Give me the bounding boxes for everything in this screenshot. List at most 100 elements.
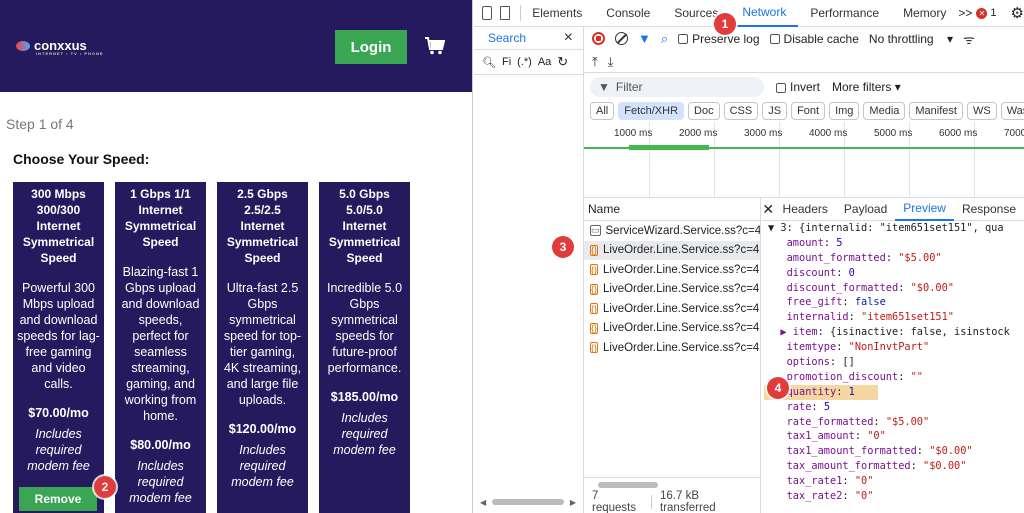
export-har-icon[interactable]: ⤓ <box>608 54 614 70</box>
preview-line[interactable]: amount_formatted: "$5.00" <box>768 251 1024 266</box>
type-filter-css[interactable]: CSS <box>723 102 759 120</box>
section-heading: Choose Your Speed: <box>13 151 150 167</box>
match-case-toggle[interactable]: Aa <box>538 56 551 68</box>
regex-toggle[interactable]: (.*) <box>517 56 532 68</box>
preview-line[interactable]: discount: 0 <box>768 266 1024 281</box>
type-filter-fetch-xhr[interactable]: Fetch/XHR <box>618 102 685 120</box>
type-filter-font[interactable]: Font <box>791 102 826 120</box>
close-icon[interactable]: ✕ <box>762 201 775 218</box>
devtools-tab-bar: Elements Console Sources Network Perform… <box>474 0 1024 27</box>
json-preview[interactable]: ▼ 3: {internalid: "item651set151", qua a… <box>762 221 1024 504</box>
more-tabs-button[interactable]: >> <box>958 6 972 20</box>
tab-payload[interactable]: Payload <box>836 198 895 221</box>
type-filter-wasm[interactable]: Wasm <box>1000 102 1024 120</box>
preview-line[interactable]: free_gift: false <box>768 295 1024 310</box>
preview-line[interactable]: promotion_discount: "" <box>768 370 1024 385</box>
request-row[interactable]: ▭ ServiceWizard.Service.ss?c=4... <box>584 221 760 241</box>
type-filter-all[interactable]: All <box>590 102 615 120</box>
plan-card-300mbps[interactable]: 300 Mbps 300/300 Internet Symmetrical Sp… <box>13 182 104 513</box>
request-list-scrollbar[interactable] <box>584 477 761 491</box>
tab-preview[interactable]: Preview <box>895 198 954 221</box>
preview-line[interactable]: tax1_amount_formatted: "$0.00" <box>768 444 1024 459</box>
tab-memory[interactable]: Memory <box>891 0 958 27</box>
filter-icon[interactable]: ▼ <box>638 31 651 46</box>
preview-line[interactable]: ▶ item: {isinactive: false, isinstock <box>768 325 1024 340</box>
request-row[interactable]: {} LiveOrder.Line.Service.ss?c=4... <box>584 240 760 260</box>
type-filter-js[interactable]: JS <box>762 102 788 120</box>
search-scrollbar[interactable]: ◀ ▶ <box>480 497 576 507</box>
tab-performance[interactable]: Performance <box>798 0 891 27</box>
tab-elements[interactable]: Elements <box>520 0 594 27</box>
type-filter-media[interactable]: Media <box>863 102 906 120</box>
preview-separator: : <box>910 460 924 473</box>
search-tab[interactable]: Search × <box>474 27 583 50</box>
preview-line[interactable]: rate: 5 <box>768 400 1024 415</box>
preview-line[interactable]: itemtype: "NonInvtPart" <box>768 340 1024 355</box>
search-icon[interactable]: ⌕ <box>661 31 668 47</box>
plan-title: 5.0 Gbps 5.0/5.0 Internet Symmetrical Sp… <box>328 187 401 265</box>
preview-separator: : <box>842 490 855 503</box>
filter-input[interactable]: ▼ Filter <box>590 77 764 97</box>
record-icon[interactable] <box>592 32 605 45</box>
plan-card-1gbps[interactable]: 1 Gbps 1/1 Internet Symmetrical Speed Bl… <box>115 182 206 513</box>
preview-line[interactable]: discount_formatted: "$0.00" <box>768 281 1024 296</box>
preview-separator: : <box>817 326 831 339</box>
more-filters-button[interactable]: More filters ▾ <box>832 80 901 94</box>
request-row[interactable]: {} LiveOrder.Line.Service.ss?c=4... <box>584 260 760 280</box>
import-har-icon[interactable]: ⤒ <box>592 54 598 70</box>
preview-line[interactable]: tax_rate1: "0" <box>768 474 1024 489</box>
tab-console[interactable]: Console <box>594 0 662 27</box>
tab-headers[interactable]: Headers <box>775 198 836 221</box>
preview-line[interactable]: options: [] <box>768 355 1024 370</box>
preview-key: promotion_discount <box>786 370 899 383</box>
tab-response[interactable]: Response <box>954 198 1024 221</box>
plan-card-5gbps[interactable]: 5.0 Gbps 5.0/5.0 Internet Symmetrical Sp… <box>319 182 410 513</box>
gear-icon[interactable]: ⚙ <box>1011 4 1024 22</box>
preview-key: options <box>786 356 831 369</box>
throttling-value: No throttling <box>868 31 934 46</box>
request-name: LiveOrder.Line.Service.ss?c=4... <box>603 283 760 296</box>
plan-card-2-5gbps[interactable]: 2.5 Gbps 2.5/2.5 Internet Symmetrical Sp… <box>217 182 308 513</box>
request-row[interactable]: {} LiveOrder.Line.Service.ss?c=4... <box>584 319 760 339</box>
type-filter-doc[interactable]: Doc <box>688 102 720 120</box>
error-counter[interactable]: ✕ 1 <box>976 7 997 19</box>
inspect-element-icon[interactable] <box>482 6 492 20</box>
preview-line[interactable]: rate_formatted: "$5.00" <box>768 415 1024 430</box>
network-conditions-icon[interactable]: ᯤ <box>963 30 975 48</box>
search-input[interactable]: Fi <box>502 56 511 68</box>
tab-network[interactable]: Network <box>730 0 799 27</box>
plan-price: $120.00/mo <box>228 422 297 436</box>
scroll-thumb[interactable] <box>598 482 658 488</box>
preview-line[interactable]: ▼ 3: {internalid: "item651set151", qua <box>768 221 1024 236</box>
name-column-header[interactable]: Name <box>584 198 760 221</box>
type-filter-manifest[interactable]: Manifest <box>909 102 963 120</box>
site-logo[interactable]: conxxus INTERNET • TV • PHONE <box>16 38 103 56</box>
remove-button[interactable]: Remove <box>19 487 97 511</box>
disable-cache-checkbox[interactable]: Disable cache <box>769 32 859 46</box>
close-icon[interactable]: × <box>564 29 573 47</box>
preview-line[interactable]: internalid: "item651set151" <box>768 310 1024 325</box>
xhr-icon: {} <box>590 283 599 295</box>
scroll-right-icon[interactable]: ▶ <box>570 498 576 507</box>
network-timeline[interactable]: 1000 ms 2000 ms 3000 ms 4000 ms 5000 ms … <box>584 122 1024 198</box>
type-filter-img[interactable]: Img <box>829 102 860 120</box>
request-row[interactable]: {} LiveOrder.Line.Service.ss?c=4... <box>584 338 760 358</box>
invert-checkbox[interactable]: Invert <box>776 80 820 94</box>
clear-icon[interactable] <box>615 32 628 45</box>
scroll-thumb[interactable] <box>492 499 564 505</box>
preview-line[interactable]: tax1_amount: "0" <box>768 429 1024 444</box>
login-button[interactable]: Login <box>335 30 407 64</box>
plan-price: $80.00/mo <box>130 438 191 452</box>
type-filter-ws[interactable]: WS <box>966 102 997 120</box>
search-tab-label: Search <box>488 31 527 45</box>
preview-line[interactable]: tax_rate2: "0" <box>768 489 1024 504</box>
refresh-icon[interactable]: ↻ <box>557 54 568 70</box>
device-toolbar-icon[interactable] <box>499 6 510 20</box>
scroll-left-icon[interactable]: ◀ <box>480 498 486 507</box>
preview-line[interactable]: amount: 5 <box>768 236 1024 251</box>
throttling-select[interactable]: No throttling ▾ <box>869 32 953 46</box>
cart-icon[interactable] <box>425 37 445 55</box>
request-row[interactable]: {} LiveOrder.Line.Service.ss?c=4... <box>584 299 760 319</box>
request-row[interactable]: {} LiveOrder.Line.Service.ss?c=4... <box>584 280 760 300</box>
preview-line[interactable]: tax_amount_formatted: "$0.00" <box>768 459 1024 474</box>
